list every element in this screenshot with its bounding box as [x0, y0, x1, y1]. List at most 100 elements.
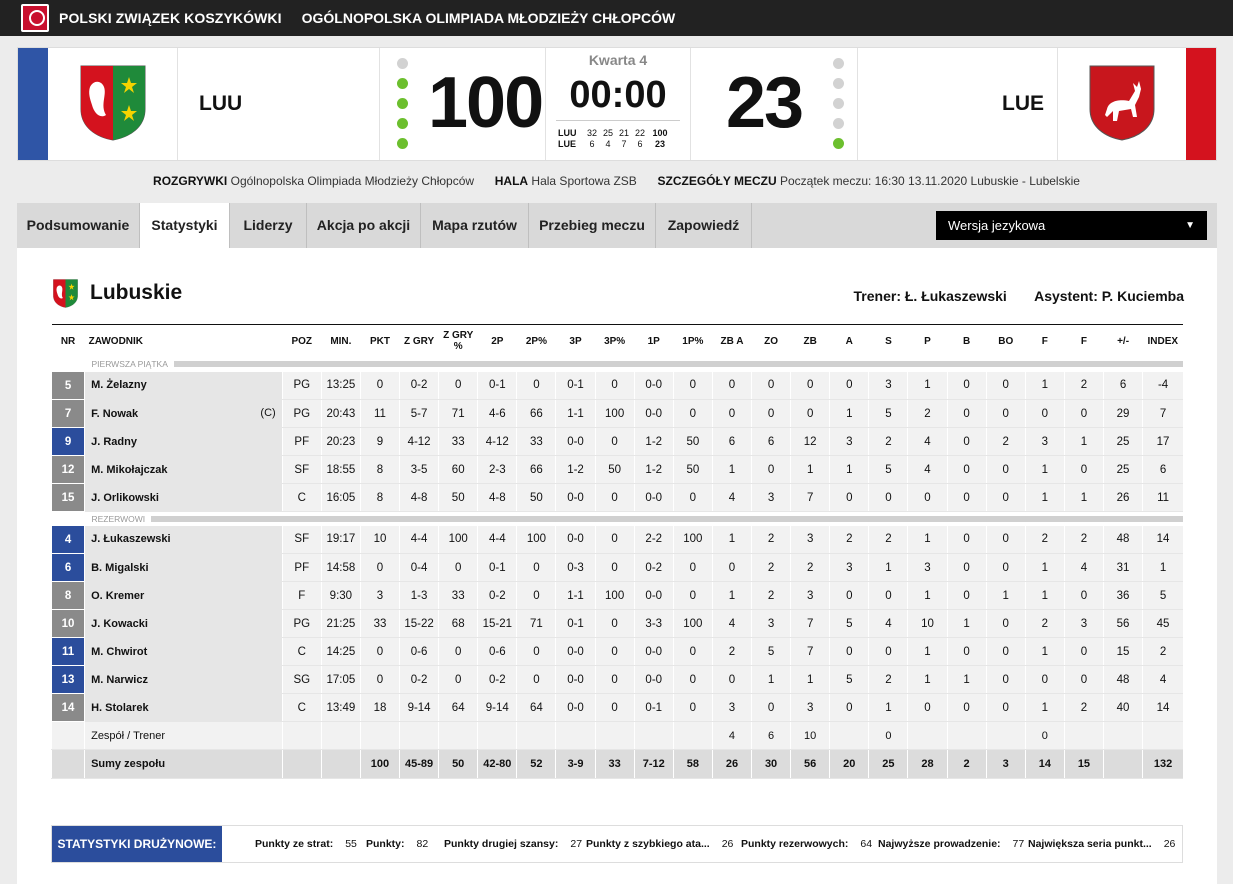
- team-name: Lubuskie: [90, 281, 183, 304]
- table-row[interactable]: 8 O. Kremer F 9:30 3 1-3 33 0-2 0 1-1 100 0-0 0 1 2 3 0 0…: [50, 581, 1183, 610]
- quarter-row-home: LUU 32 25 21 22 100: [558, 128, 672, 139]
- tab-podsumowanie[interactable]: Podsumowanie: [17, 203, 140, 248]
- table-row[interactable]: 4 J. Łukaszewski SF 19:17 10 4-4 100 4-4 100 0-0 0…: [50, 525, 1183, 554]
- column-header[interactable]: 1P%: [673, 324, 713, 358]
- player-name-cell[interactable]: F. Nowak (C): [84, 399, 283, 428]
- column-header[interactable]: ZB: [790, 324, 830, 358]
- home-team-code[interactable]: LUU: [199, 92, 242, 116]
- stat-cell: 1-2: [633, 427, 674, 456]
- tab-zapowiedz[interactable]: Zapowiedź: [656, 203, 752, 248]
- stat-cell: 25: [1102, 427, 1143, 456]
- stat-cell: 1-1: [555, 581, 596, 610]
- stat-cell: 0-1: [555, 371, 596, 400]
- column-header[interactable]: NR: [51, 324, 85, 358]
- stat-cell: 48: [1102, 525, 1143, 554]
- column-header[interactable]: B: [947, 324, 987, 358]
- column-header[interactable]: 3P%: [595, 324, 635, 358]
- stat-cell: 0: [985, 553, 1026, 582]
- column-header[interactable]: F: [1064, 324, 1104, 358]
- away-team-code[interactable]: LUE: [1002, 92, 1044, 116]
- team-stat-value: 55: [345, 838, 357, 850]
- player-name-cell[interactable]: J. Radny: [84, 427, 283, 456]
- stat-cell: 1: [1024, 581, 1065, 610]
- column-header[interactable]: F: [1025, 324, 1065, 358]
- stat-cell: 60: [438, 455, 478, 484]
- table-row[interactable]: 9 J. Radny PF 20:23 9 4-12 33 4-12 33 0-0 0 1-2 50 6 6…: [50, 427, 1183, 456]
- player-name[interactable]: H. Stolarek: [91, 702, 148, 714]
- player-name[interactable]: M. Chwirot: [91, 646, 147, 658]
- player-name[interactable]: M. Narwicz: [91, 674, 148, 686]
- column-header[interactable]: 1P: [634, 324, 674, 358]
- player-name[interactable]: B. Migalski: [91, 562, 148, 574]
- table-row[interactable]: 13 M. Narwicz SG 17:05 0 0-2 0 0-2 0 0-0 0 0-0 0 0 1 1 5…: [50, 665, 1183, 694]
- column-header[interactable]: BO: [986, 324, 1026, 358]
- stat-cell: 100: [672, 609, 713, 638]
- column-header[interactable]: S: [868, 324, 908, 358]
- stat-cell: 0: [790, 399, 830, 428]
- stat-cell: 1: [1063, 427, 1104, 456]
- player-name[interactable]: M. Żelazny: [91, 379, 147, 391]
- column-header[interactable]: PKT: [360, 324, 400, 358]
- player-name-cell[interactable]: J. Łukaszewski: [84, 525, 283, 554]
- player-name[interactable]: J. Radny: [91, 436, 137, 448]
- stat-cell: 19:17: [320, 525, 361, 554]
- top-bar: POLSKI ZWIĄZEK KOSZYKÓWKI OGÓLNOPOLSKA O…: [0, 0, 1233, 36]
- column-header[interactable]: Z GRY %: [438, 324, 478, 358]
- column-header[interactable]: +/-: [1103, 324, 1143, 358]
- player-name[interactable]: O. Kremer: [91, 590, 144, 602]
- player-name-cell[interactable]: M. Żelazny: [84, 371, 283, 400]
- column-header[interactable]: Z GRY: [399, 324, 439, 358]
- assistant-name: P. Kuciemba: [1101, 288, 1184, 304]
- stat-cell: 100: [594, 581, 635, 610]
- player-name-cell[interactable]: M. Chwirot: [84, 637, 283, 666]
- table-row[interactable]: 12 M. Mikołajczak SF 18:55 8 3-5 60 2-3 66 1-2 50 1…: [50, 455, 1183, 484]
- stat-cell: 0: [829, 693, 869, 722]
- player-name-cell[interactable]: M. Narwicz: [84, 665, 283, 694]
- player-name-cell[interactable]: M. Mikołajczak: [84, 455, 283, 484]
- table-row[interactable]: 5 M. Żelazny PG 13:25 0 0-2 0 0-1 0 0-1 0 0-0 0 0 0 0 0 3…: [50, 371, 1183, 400]
- column-header[interactable]: 3P: [555, 324, 596, 358]
- tab-akcja-po-akcji[interactable]: Akcja po akcji: [307, 203, 421, 248]
- tab-statystyki[interactable]: Statystyki: [140, 203, 230, 248]
- column-header[interactable]: POZ: [282, 324, 322, 358]
- stat-cell: [1142, 721, 1183, 750]
- competition-title[interactable]: OGÓLNOPOLSKA OLIMPIADA MŁODZIEŻY CHŁOPCÓ…: [302, 10, 676, 26]
- pzkosz-logo-icon[interactable]: [21, 4, 49, 32]
- player-name-cell[interactable]: B. Migalski: [84, 553, 283, 582]
- player-name-cell[interactable]: H. Stolarek: [84, 693, 283, 722]
- column-header[interactable]: MIN.: [321, 324, 361, 358]
- table-row[interactable]: 7 F. Nowak (C) PG 20:43 11 5-7 71 4-6 66 1-1 100 0-0…: [50, 399, 1183, 428]
- player-name[interactable]: J. Łukaszewski: [91, 533, 171, 545]
- tab-liderzy[interactable]: Liderzy: [230, 203, 307, 248]
- column-header[interactable]: ZB A: [712, 324, 752, 358]
- stat-cell: C: [281, 693, 322, 722]
- table-row[interactable]: 10 J. Kowacki PG 21:25 33 15-22 68 15-21 71 0-1 0 3…: [50, 609, 1183, 638]
- player-name[interactable]: J. Kowacki: [91, 618, 148, 630]
- table-row[interactable]: 14 H. Stolarek C 13:49 18 9-14 64 9-14 64 0-0 0 0-1…: [50, 693, 1183, 722]
- org-title[interactable]: POLSKI ZWIĄZEK KOSZYKÓWKI: [59, 10, 282, 26]
- table-row[interactable]: 11 M. Chwirot C 14:25 0 0-6 0 0-6 0 0-0 0 0-0 0 2 5 7 0 0…: [50, 637, 1183, 666]
- column-header[interactable]: 2P: [477, 324, 517, 358]
- tab-przebieg-meczu[interactable]: Przebieg meczu: [529, 203, 656, 248]
- table-row[interactable]: 6 B. Migalski PF 14:58 0 0-4 0 0-1 0 0-3 0 0-2 0 0 2 2 3…: [50, 553, 1183, 582]
- column-header[interactable]: INDEX: [1142, 324, 1183, 358]
- column-header[interactable]: P: [907, 324, 948, 358]
- stat-cell: 0-1: [477, 553, 517, 582]
- player-name[interactable]: F. Nowak: [91, 408, 138, 420]
- player-name[interactable]: M. Mikołajczak: [91, 464, 167, 476]
- stat-cell: PF: [281, 427, 322, 456]
- column-header[interactable]: ZAWODNIK: [84, 324, 283, 358]
- player-name-cell[interactable]: J. Kowacki: [84, 609, 283, 638]
- column-header[interactable]: A: [829, 324, 869, 358]
- player-name-cell[interactable]: O. Kremer: [84, 581, 283, 610]
- stat-cell: 52: [516, 749, 556, 779]
- player-name[interactable]: J. Orlikowski: [91, 492, 159, 504]
- tab-mapa-rzutow[interactable]: Mapa rzutów: [421, 203, 529, 248]
- language-select[interactable]: Wersja jezykowa ▼: [936, 211, 1207, 240]
- column-header[interactable]: ZO: [751, 324, 791, 358]
- table-row[interactable]: 15 J. Orlikowski C 16:05 8 4-8 50 4-8 50 0-0 0 0-0 0…: [50, 483, 1183, 512]
- team-totals-row-label: Sumy zespołu: [84, 749, 283, 779]
- stat-cell: 5: [868, 399, 908, 428]
- column-header[interactable]: 2P%: [516, 324, 556, 358]
- player-name-cell[interactable]: J. Orlikowski: [84, 483, 283, 512]
